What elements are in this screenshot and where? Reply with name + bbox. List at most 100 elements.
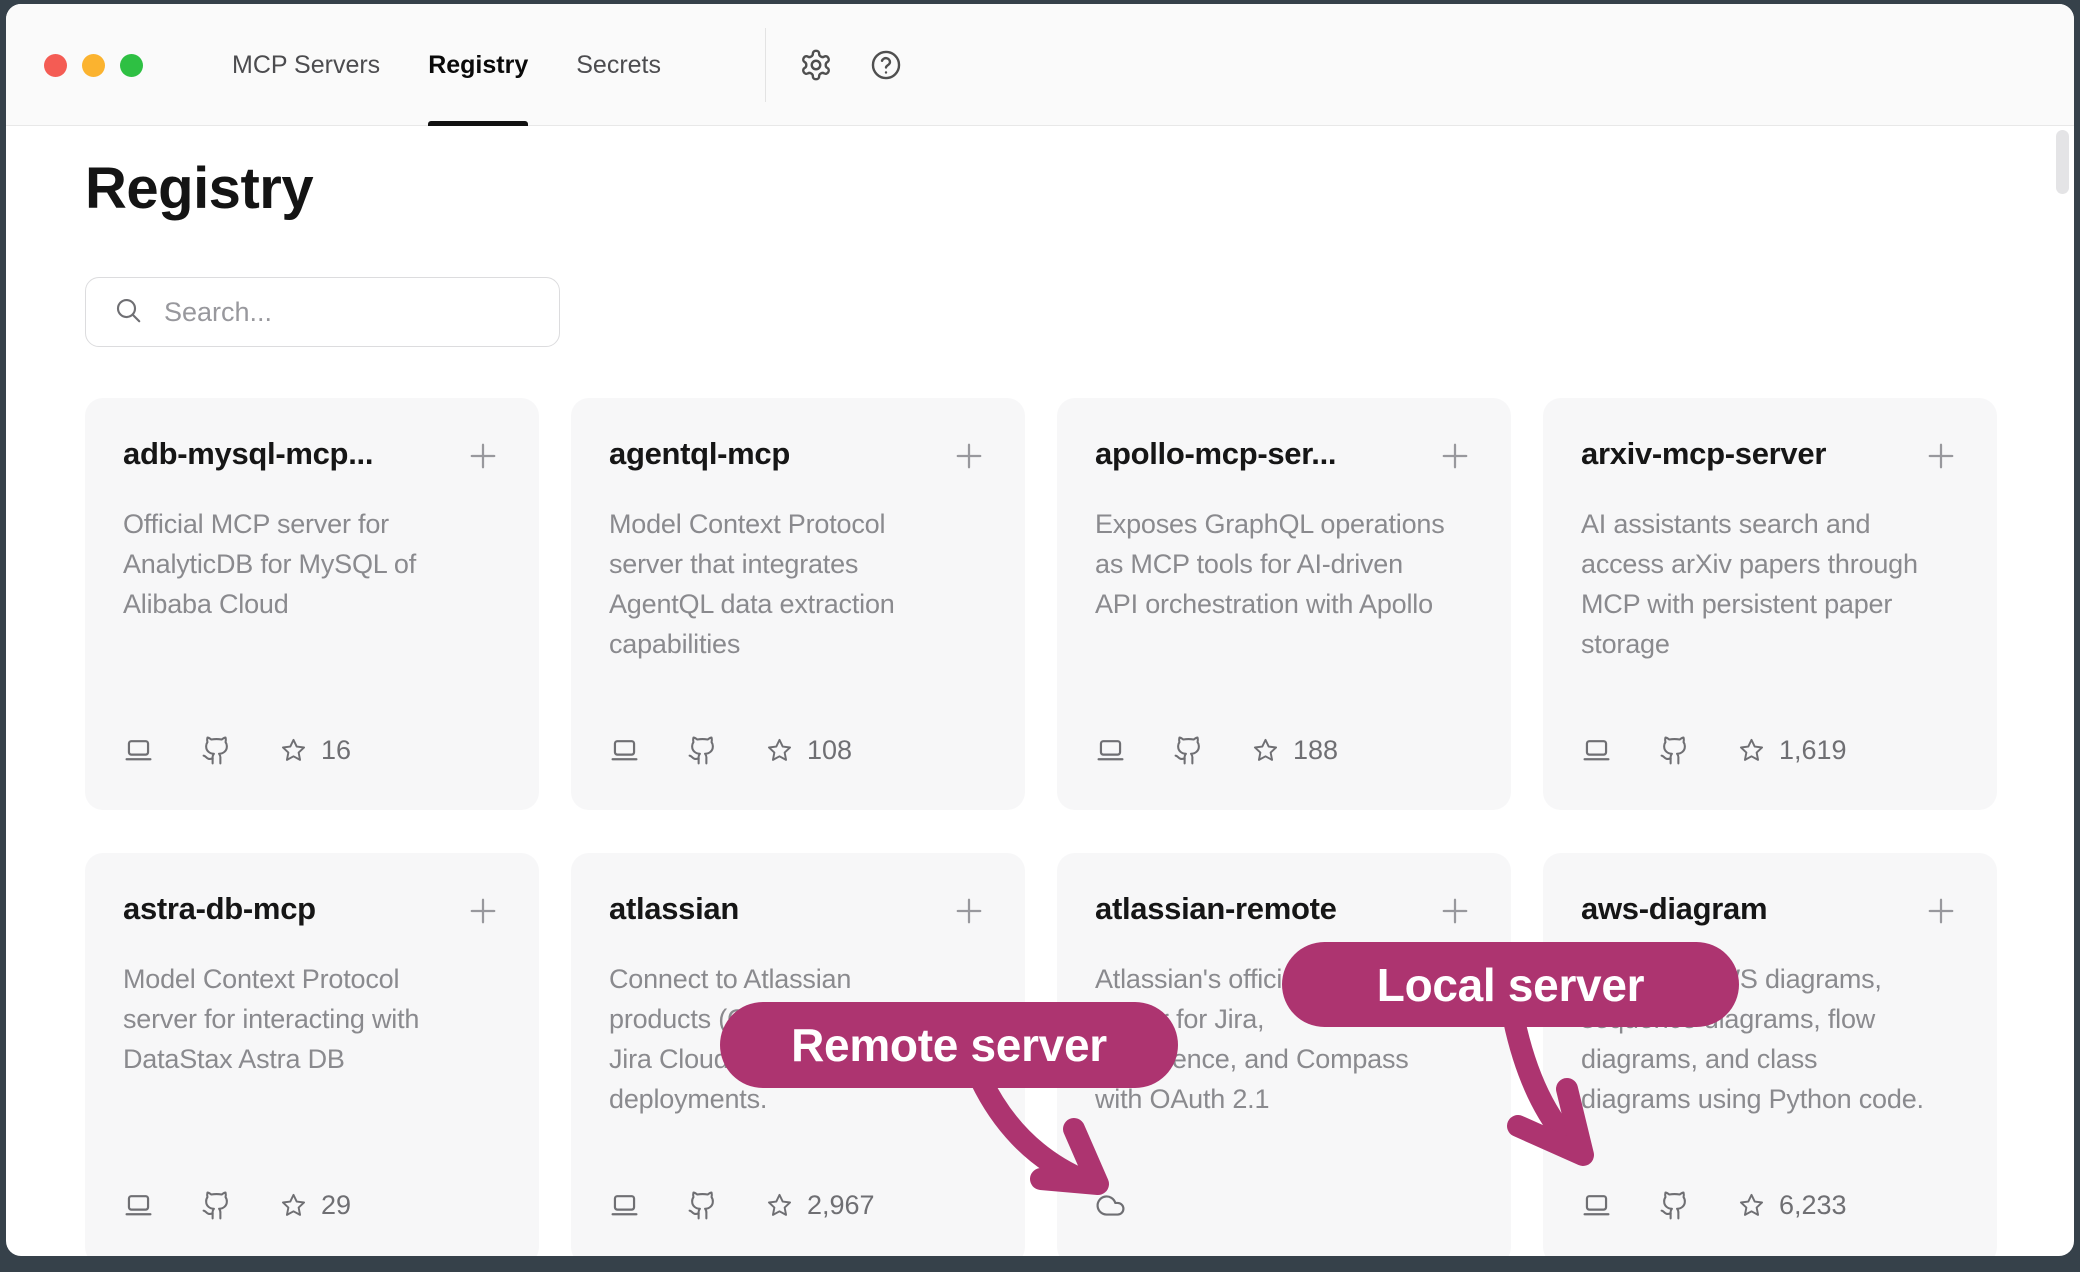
github-icon [201,735,232,766]
github-icon [687,735,718,766]
card-title-row: atlassian-remote [1095,891,1473,929]
card-footer: 108 [609,735,987,766]
star-count: 29 [279,1190,351,1221]
star-count-value: 16 [321,735,351,766]
server-card[interactable]: astra-db-mcp Model Context Protocol serv… [85,853,539,1256]
add-server-button[interactable] [951,893,987,929]
server-name: adb-mysql-mcp... [123,436,373,472]
cloud-icon [1095,1190,1126,1221]
star-count: 108 [765,735,852,766]
star-count: 6,233 [1737,1190,1847,1221]
laptop-icon [609,1190,640,1221]
github-icon [1659,735,1690,766]
plus-icon [1437,438,1473,474]
card-footer: 6,233 [1581,1190,1959,1221]
plus-icon [465,438,501,474]
server-name: agentql-mcp [609,436,790,472]
server-card[interactable]: adb-mysql-mcp... Official MCP server for… [85,398,539,810]
screenshot-root: MCP Servers Registry Secrets Registry ad… [0,0,2080,1272]
settings-button[interactable] [799,48,833,82]
tab-secrets[interactable]: Secrets [576,4,661,126]
server-name: aws-diagram [1581,891,1767,927]
star-count-value: 29 [321,1190,351,1221]
star-icon [1737,1191,1766,1220]
star-icon [1737,736,1766,765]
server-description: Atlassian's official server for Jira, Co… [1095,959,1473,1119]
card-title-row: aws-diagram [1581,891,1959,929]
server-card[interactable]: atlassian-remote Atlassian's official se… [1057,853,1511,1256]
search-box [85,277,560,347]
search-icon [113,295,143,330]
tab-registry[interactable]: Registry [428,4,528,126]
scrollbar-thumb[interactable] [2056,130,2069,194]
star-count: 16 [279,735,351,766]
star-icon [1251,736,1280,765]
star-count-value: 188 [1293,735,1338,766]
star-count: 1,619 [1737,735,1847,766]
card-footer: 2,967 [609,1190,987,1221]
server-grid: adb-mysql-mcp... Official MCP server for… [85,398,2074,1256]
laptop-icon [123,1190,154,1221]
card-footer: 16 [123,735,501,766]
star-count-value: 1,619 [1779,735,1847,766]
star-icon [279,1191,308,1220]
toolbar-divider [765,28,766,102]
star-icon [279,736,308,765]
server-card[interactable]: aws-diagram Generate AWS diagrams, seque… [1543,853,1997,1256]
add-server-button[interactable] [465,438,501,474]
github-icon [1659,1190,1690,1221]
app-window: MCP Servers Registry Secrets Registry ad… [6,4,2074,1256]
minimize-button[interactable] [82,54,105,77]
server-card[interactable]: agentql-mcp Model Context Protocol serve… [571,398,1025,810]
card-footer [1095,1190,1473,1221]
star-count-value: 108 [807,735,852,766]
add-server-button[interactable] [1923,438,1959,474]
add-server-button[interactable] [1923,893,1959,929]
search-input[interactable] [162,296,535,329]
help-button[interactable] [869,48,903,82]
plus-icon [1923,438,1959,474]
server-card[interactable]: apollo-mcp-ser... Exposes GraphQL operat… [1057,398,1511,810]
tab-bar: MCP Servers Registry Secrets [232,4,661,126]
star-icon [765,1191,794,1220]
card-title-row: arxiv-mcp-server [1581,436,1959,474]
close-button[interactable] [44,54,67,77]
gear-icon [799,48,833,82]
tab-mcp-servers[interactable]: MCP Servers [232,4,380,126]
github-icon [1173,735,1204,766]
server-card[interactable]: atlassian Connect to Atlassian products … [571,853,1025,1256]
server-name: atlassian-remote [1095,891,1337,927]
card-footer: 29 [123,1190,501,1221]
laptop-icon [1095,735,1126,766]
card-title-row: adb-mysql-mcp... [123,436,501,474]
server-description: Model Context Protocol server that integ… [609,504,987,664]
server-description: Connect to Atlassian products (Confluenc… [609,959,987,1119]
server-card[interactable]: arxiv-mcp-server AI assistants search an… [1543,398,1997,810]
plus-icon [951,438,987,474]
plus-icon [951,893,987,929]
card-title-row: agentql-mcp [609,436,987,474]
main-content: Registry adb-mysql-mcp... Official MCP s… [6,126,2074,1256]
server-description: AI assistants search and access arXiv pa… [1581,504,1959,664]
laptop-icon [1581,1190,1612,1221]
add-server-button[interactable] [465,893,501,929]
star-count: 188 [1251,735,1338,766]
star-count-value: 6,233 [1779,1190,1847,1221]
add-server-button[interactable] [1437,438,1473,474]
server-name: atlassian [609,891,739,927]
traffic-lights [44,4,143,126]
plus-icon [465,893,501,929]
star-icon [765,736,794,765]
github-icon [687,1190,718,1221]
add-server-button[interactable] [951,438,987,474]
card-title-row: astra-db-mcp [123,891,501,929]
zoom-button[interactable] [120,54,143,77]
server-name: apollo-mcp-ser... [1095,436,1336,472]
card-footer: 1,619 [1581,735,1959,766]
laptop-icon [1581,735,1612,766]
plus-icon [1923,893,1959,929]
server-description: Model Context Protocol server for intera… [123,959,501,1079]
star-count-value: 2,967 [807,1190,875,1221]
titlebar: MCP Servers Registry Secrets [6,4,2074,126]
add-server-button[interactable] [1437,893,1473,929]
